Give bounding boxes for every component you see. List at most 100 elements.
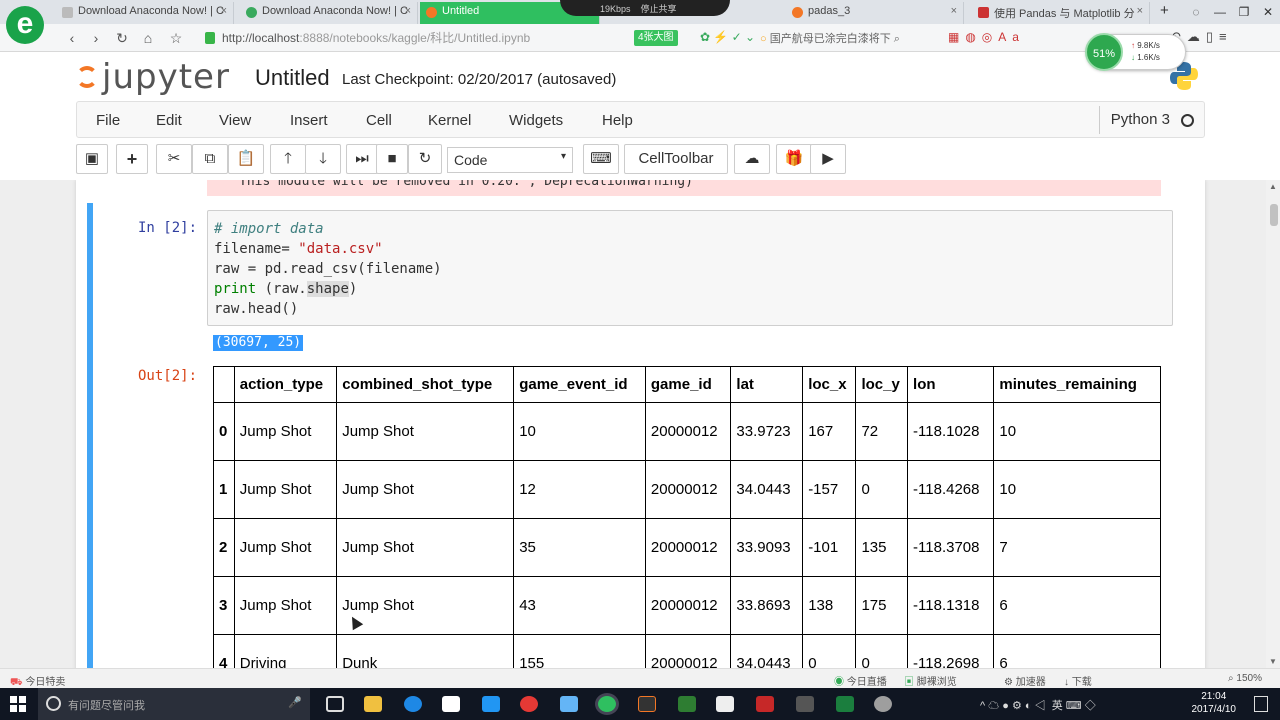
command-palette-button[interactable]: ⌨ bbox=[583, 144, 619, 174]
app-icon[interactable] bbox=[874, 696, 892, 712]
table-cell: 10 bbox=[513, 402, 646, 461]
image-badge[interactable]: 4张大图 bbox=[634, 30, 678, 46]
toolbar-extension-icons[interactable]: ▦◍◎Aa bbox=[948, 30, 1025, 44]
status-browse-mode[interactable]: ▣ 脚裸浏览 bbox=[904, 673, 957, 688]
play-circle-icon: ▶ bbox=[822, 150, 834, 167]
run-cell-button[interactable]: ⏭ bbox=[346, 144, 378, 174]
app-icon[interactable] bbox=[560, 696, 578, 712]
reload-icon[interactable]: ↻ bbox=[112, 28, 132, 48]
scrollbar-thumb[interactable] bbox=[1270, 204, 1278, 226]
menu-kernel[interactable]: Kernel bbox=[428, 112, 471, 129]
notification-center-icon[interactable] bbox=[1254, 696, 1268, 712]
close-icon[interactable]: × bbox=[951, 5, 957, 17]
store-icon[interactable] bbox=[442, 696, 460, 712]
microphone-icon[interactable]: 🎤 bbox=[288, 696, 302, 709]
menu-widgets[interactable]: Widgets bbox=[509, 112, 563, 129]
paste-button[interactable]: 📋 bbox=[228, 144, 264, 174]
app-icon[interactable] bbox=[716, 696, 734, 712]
edge-icon[interactable] bbox=[404, 696, 422, 712]
move-down-button[interactable]: 🡓 bbox=[305, 144, 341, 174]
page-scrollbar[interactable]: ▲ ▼ bbox=[1266, 180, 1280, 668]
browser-tab[interactable]: Download Anaconda Now! | C × bbox=[56, 2, 234, 24]
jupyter-taskbar-icon[interactable] bbox=[638, 696, 656, 712]
cell-type-select[interactable]: Code ▾ bbox=[447, 147, 573, 173]
table-cell: Jump Shot bbox=[336, 576, 515, 635]
menu-edit[interactable]: Edit bbox=[156, 112, 182, 129]
home-icon[interactable]: ⌂ bbox=[138, 28, 158, 48]
app-icon[interactable] bbox=[678, 696, 696, 712]
excel-icon[interactable] bbox=[836, 696, 854, 712]
browser-tab[interactable]: Download Anaconda Now! | C × bbox=[240, 2, 418, 24]
tray-icons[interactable]: ⌨ ◇ bbox=[1066, 700, 1096, 712]
windows-start-icon[interactable] bbox=[10, 696, 26, 712]
close-icon[interactable]: × bbox=[221, 5, 227, 17]
table-cell: -157 bbox=[802, 460, 857, 519]
skin-icon[interactable]: ◌ bbox=[1184, 0, 1208, 24]
step-forward-icon: ⏭ bbox=[355, 150, 369, 167]
chrome-icon[interactable] bbox=[520, 696, 538, 712]
insert-cell-button[interactable]: + bbox=[116, 144, 148, 174]
bookmark-star-icon[interactable]: ☆ bbox=[166, 28, 186, 48]
scroll-down-icon[interactable]: ▼ bbox=[1269, 657, 1277, 666]
system-tray[interactable]: ^ ☁ ● ⚙ ◐ ◁ 英 ⌨ ◇ bbox=[980, 697, 1096, 713]
tray-icons[interactable]: ^ ☁ ● ⚙ ◐ ◁ bbox=[980, 700, 1046, 712]
app-icon[interactable] bbox=[482, 696, 500, 712]
scroll-up-icon[interactable]: ▲ bbox=[1269, 182, 1277, 191]
menu-view[interactable]: View bbox=[219, 112, 251, 129]
close-icon[interactable]: × bbox=[1137, 5, 1143, 17]
task-view-icon[interactable] bbox=[326, 696, 344, 712]
gift-icon: 🎁 bbox=[784, 150, 804, 167]
video-button[interactable]: ▶ bbox=[810, 144, 846, 174]
stop-share-button[interactable]: 停止共享 bbox=[641, 4, 677, 14]
terminal-icon[interactable] bbox=[796, 696, 814, 712]
present-button[interactable]: 🎁 bbox=[776, 144, 812, 174]
file-explorer-icon[interactable] bbox=[364, 696, 382, 712]
taskbar-clock[interactable]: 21:04 2017/4/10 bbox=[1192, 690, 1237, 716]
browser-tab[interactable]: 使用 Pandas 与 Matplotlib 分 × bbox=[972, 2, 1150, 24]
down-arrow-icon: ↓ bbox=[1131, 53, 1135, 62]
browser-taskbar-icon[interactable] bbox=[598, 696, 616, 712]
restart-button[interactable]: ↻ bbox=[408, 144, 442, 174]
browser-tab[interactable]: padas_3 × bbox=[786, 2, 964, 24]
move-up-button[interactable]: 🡑 bbox=[270, 144, 306, 174]
search-icon[interactable]: ⌕ bbox=[894, 33, 900, 45]
cut-button[interactable]: ✂ bbox=[156, 144, 192, 174]
upload-button[interactable]: ☁ bbox=[734, 144, 770, 174]
close-icon[interactable]: × bbox=[405, 5, 411, 17]
column-header: loc_y bbox=[855, 366, 909, 403]
copy-button[interactable]: ⧉ bbox=[192, 144, 228, 174]
save-button[interactable]: ▣ bbox=[76, 144, 108, 174]
notebook-area[interactable]: This module will be removed in 0.20.", D… bbox=[0, 180, 1266, 668]
browser-logo[interactable]: e bbox=[6, 6, 44, 44]
tab-title: padas_3 bbox=[808, 5, 851, 17]
close-window-icon[interactable]: ✕ bbox=[1256, 0, 1280, 24]
maximize-icon[interactable]: ❐ bbox=[1232, 0, 1256, 24]
row-index: 4 bbox=[213, 634, 235, 668]
network-speed-widget[interactable]: 51% ↑ 9.8K/s ↓ 1.6K/s bbox=[1085, 33, 1186, 71]
table-row: 1 Jump Shot Jump Shot 12 20000012 34.0443 -157… bbox=[213, 460, 1161, 519]
minimize-icon[interactable]: — bbox=[1208, 0, 1232, 24]
extension-icons[interactable]: ✿ ⚡ ✓ ⌄ bbox=[700, 30, 755, 44]
app-icon[interactable] bbox=[756, 696, 774, 712]
table-cell: 12 bbox=[513, 460, 646, 519]
jupyter-logo-text[interactable]: jupyter bbox=[102, 57, 230, 97]
status-download[interactable]: ↓ 下载 bbox=[1064, 673, 1092, 688]
menu-help[interactable]: Help bbox=[602, 112, 633, 129]
forward-icon[interactable]: › bbox=[86, 28, 106, 48]
new-tab-button[interactable]: + bbox=[1160, 2, 1169, 19]
input-language[interactable]: 英 bbox=[1052, 700, 1063, 712]
url-field[interactable]: http://localhost:8888/notebooks/kaggle/科… bbox=[222, 29, 530, 47]
status-live[interactable]: ◉ 今日直播 bbox=[834, 673, 887, 688]
status-text: 下载 bbox=[1071, 677, 1092, 688]
notebook-title[interactable]: Untitled bbox=[255, 65, 330, 91]
menu-cell[interactable]: Cell bbox=[366, 112, 392, 129]
back-icon[interactable]: ‹ bbox=[62, 28, 82, 48]
menu-insert[interactable]: Insert bbox=[290, 112, 328, 129]
status-accelerator[interactable]: ⚙ 加速器 bbox=[1004, 673, 1046, 688]
cortana-search-box[interactable]: 有问题尽管问我 🎤 bbox=[38, 688, 310, 720]
status-zoom[interactable]: ⌕ 150% bbox=[1228, 673, 1262, 684]
menu-file[interactable]: File bbox=[96, 112, 120, 129]
interrupt-button[interactable]: ■ bbox=[376, 144, 408, 174]
news-ticker[interactable]: ○ 国产航母已涂完白漆将下 ⌕ bbox=[760, 30, 900, 46]
celltoolbar-button[interactable]: CellToolbar bbox=[624, 144, 728, 174]
